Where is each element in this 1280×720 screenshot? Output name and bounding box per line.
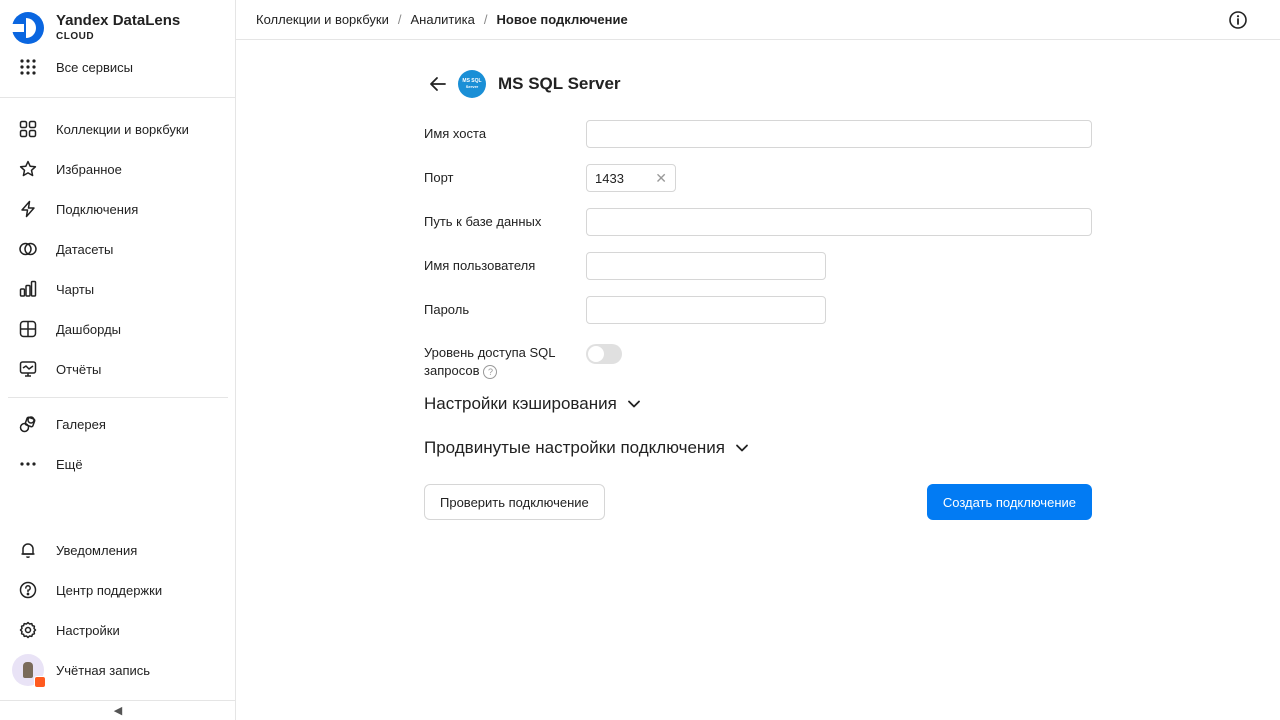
sidebar-item-more[interactable]: Ещё [0, 446, 236, 482]
datasets-icon [18, 239, 38, 259]
collapse-arrow-icon: ◀ [113, 705, 123, 717]
sidebar-item-dashboards[interactable]: Дашборды [0, 311, 236, 347]
username-label: Имя пользователя [424, 258, 536, 273]
sidebar-item-label: Ещё [56, 456, 83, 472]
sidebar-item-connections[interactable]: Подключения [0, 191, 236, 227]
bolt-icon [18, 199, 38, 219]
sidebar-item-notifications[interactable]: Уведомления [0, 532, 236, 568]
toggle-knob [588, 346, 604, 362]
sidebar-item-label: Отчёты [56, 361, 102, 377]
chart-icon [18, 279, 38, 299]
port-input[interactable]: 1433 ✕ [586, 164, 676, 192]
db-path-label: Путь к базе данных [424, 214, 542, 229]
help-circle-icon [18, 580, 38, 600]
sidebar-item-label: Настройки [56, 622, 120, 638]
sidebar-item-label: Датасеты [56, 241, 114, 257]
sidebar-item-label: Подключения [56, 201, 139, 217]
cache-settings-label: Настройки кэширования [424, 394, 617, 413]
sidebar-item-settings[interactable]: Настройки [0, 612, 236, 648]
arrow-left-icon [430, 77, 446, 91]
port-value: 1433 [595, 170, 624, 186]
sidebar-item-collections[interactable]: Коллекции и воркбуки [0, 111, 236, 147]
app-subtitle: CLOUD [56, 31, 95, 42]
breadcrumb-separator: / [483, 12, 488, 27]
gear-icon [18, 620, 38, 640]
avatar [12, 654, 46, 688]
advanced-settings-label: Продвинутые настройки подключения [424, 438, 725, 457]
chevron-down-icon [736, 444, 748, 452]
sidebar-item-label: Уведомления [56, 542, 138, 558]
db-path-input[interactable] [586, 208, 1092, 236]
app-title: Yandex DataLens [56, 12, 181, 29]
sidebar-item-gallery[interactable]: Галерея [0, 406, 236, 442]
star-icon [18, 159, 38, 179]
app-logo[interactable]: Yandex DataLens CLOUD [12, 12, 180, 44]
header: Коллекции и воркбуки / Аналитика / Новое… [236, 0, 1280, 40]
sidebar-item-datasets[interactable]: Датасеты [0, 231, 236, 267]
clear-icon[interactable]: ✕ [655, 171, 667, 185]
sql-access-toggle[interactable] [586, 344, 622, 364]
datalens-logo-icon [12, 12, 44, 44]
host-label: Имя хоста [424, 126, 487, 141]
breadcrumb-item[interactable]: Коллекции и воркбуки [256, 12, 389, 27]
form-title-row: MS SQL Server MS SQL Server [424, 70, 621, 98]
sidebar-item-label: Избранное [56, 161, 122, 177]
bell-icon [18, 540, 38, 560]
page-title: MS SQL Server [498, 74, 621, 93]
sql-access-label: Уровень доступа SQL запросов? [424, 345, 556, 379]
advanced-settings-toggle[interactable]: Продвинутые настройки подключения [424, 438, 749, 458]
username-input[interactable] [586, 252, 826, 280]
grid-icon [18, 119, 38, 139]
sidebar-divider [0, 97, 236, 98]
chevron-down-icon [627, 400, 640, 408]
sidebar: Yandex DataLens CLOUD Все сервисы Коллек… [0, 0, 236, 720]
gallery-icon [18, 414, 38, 434]
back-button[interactable] [424, 70, 452, 98]
all-services-label: Все сервисы [56, 59, 133, 75]
apps-grid-icon [18, 57, 38, 77]
cache-settings-toggle[interactable]: Настройки кэширования [424, 394, 641, 414]
breadcrumb-current: Новое подключение [496, 12, 628, 27]
sidebar-item-label: Чарты [56, 281, 95, 297]
sidebar-item-label: Центр поддержки [56, 582, 163, 598]
sidebar-item-label: Галерея [56, 416, 106, 432]
password-label: Пароль [424, 302, 470, 317]
help-icon[interactable]: ? [483, 364, 498, 379]
info-button[interactable] [1228, 10, 1248, 30]
avatar-badge [34, 676, 46, 688]
breadcrumb-separator: / [397, 12, 402, 27]
breadcrumb: Коллекции и воркбуки / Аналитика / Новое… [256, 12, 628, 27]
create-connection-button[interactable]: Создать подключение [926, 484, 1092, 520]
sidebar-item-account[interactable]: Учётная запись [0, 652, 236, 688]
sidebar-item-label: Коллекции и воркбуки [56, 121, 189, 137]
password-input[interactable] [586, 296, 826, 324]
check-connection-button[interactable]: Проверить подключение [424, 484, 605, 520]
sidebar-item-charts[interactable]: Чарты [0, 271, 236, 307]
sidebar-item-reports[interactable]: Отчёты [0, 351, 236, 387]
collapse-sidebar-button[interactable]: ◀ [0, 700, 236, 720]
sidebar-divider [8, 397, 228, 398]
sidebar-item-favorites[interactable]: Избранное [0, 151, 236, 187]
host-input[interactable] [586, 120, 1092, 148]
breadcrumb-item[interactable]: Аналитика [411, 12, 475, 27]
mssql-logo-icon: MS SQL Server [458, 70, 486, 98]
sidebar-item-label: Дашборды [56, 321, 121, 337]
sidebar-item-support[interactable]: Центр поддержки [0, 572, 236, 608]
more-icon [18, 454, 38, 474]
info-icon [1229, 11, 1247, 29]
all-services-button[interactable]: Все сервисы [0, 49, 236, 85]
report-icon [18, 359, 38, 379]
dashboard-icon [18, 319, 38, 339]
sidebar-item-label: Учётная запись [56, 662, 151, 678]
port-label: Порт [424, 170, 454, 185]
